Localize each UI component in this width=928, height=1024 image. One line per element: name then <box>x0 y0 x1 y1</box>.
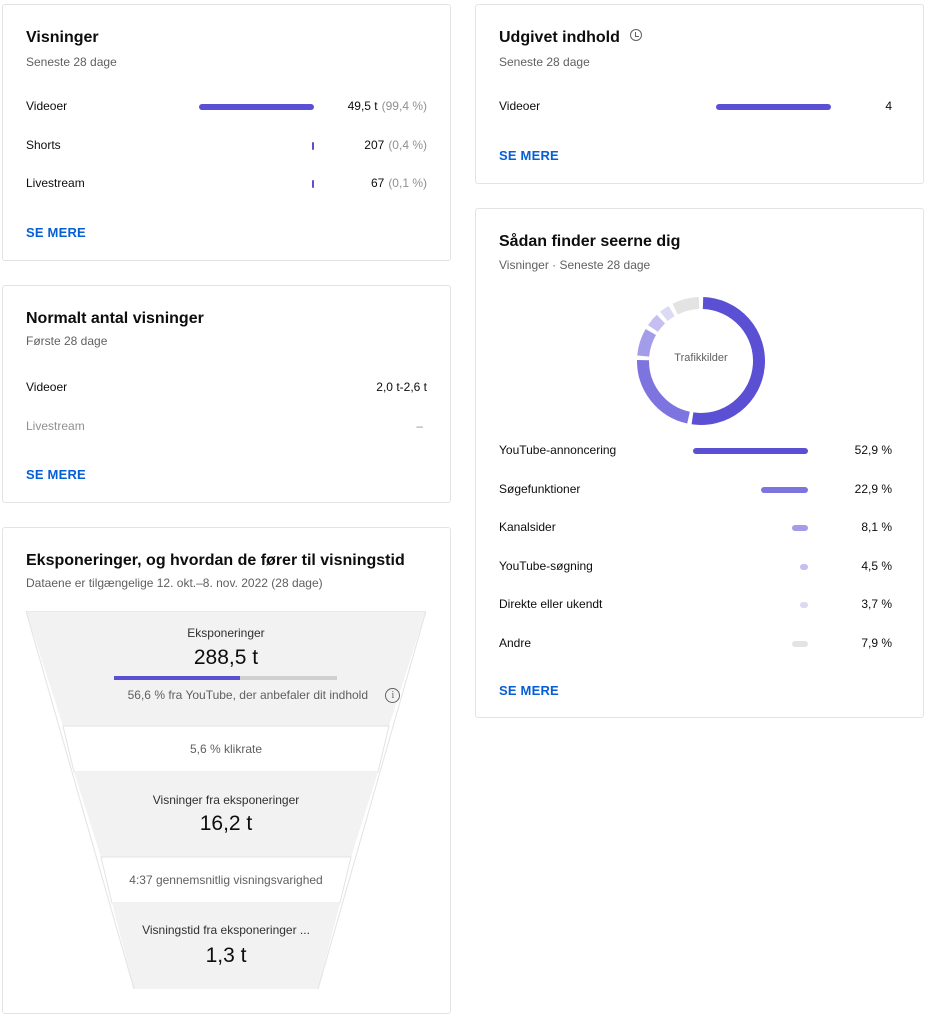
typical-views-card-title: Normalt antal visninger <box>26 310 204 327</box>
views-row-shorts: Shorts 207 (0,4 %) <box>26 136 427 156</box>
views-from-impressions-value: 16,2 t <box>199 812 253 835</box>
published-card-title: Udgivet indhold <box>499 29 642 47</box>
published-row-label: Videoer <box>499 99 541 113</box>
traffic-source-value: 22,9 % <box>854 481 892 496</box>
traffic-source-row: Søgefunktioner 22,9 % <box>499 480 900 500</box>
traffic-source-value: 7,9 % <box>861 635 892 650</box>
traffic-see-more-link[interactable]: SE MERE <box>499 683 559 698</box>
traffic-source-label: Direkte eller ukendt <box>499 597 603 611</box>
traffic-source-row: YouTube-søgning 4,5 % <box>499 557 900 577</box>
views-from-impressions-label: Visninger fra eksponeringer <box>152 793 300 807</box>
traffic-source-value: 8,1 % <box>861 520 892 534</box>
donut-center-label: Trafikkilder <box>674 352 728 364</box>
impressions-value: 288,5 t <box>193 646 259 669</box>
traffic-source-value: 3,7 % <box>861 597 892 611</box>
views-row-label: Livestream <box>26 176 85 190</box>
views-card-title: Visninger <box>26 29 99 46</box>
traffic-source-row: Direkte eller ukendt 3,7 % <box>499 595 900 615</box>
views-row-label: Shorts <box>26 138 61 152</box>
recommended-share-track <box>114 676 337 680</box>
traffic-card-subtitle: Visninger · Seneste 28 dage <box>499 258 651 272</box>
donut-slice <box>637 359 691 424</box>
typical-row-videos: Videoer 2,0 t-2,6 t <box>26 378 427 398</box>
traffic-source-row: YouTube-annoncering 52,9 % <box>499 441 900 461</box>
typical-views-card: Normalt antal visninger Første 28 dage V… <box>2 285 451 503</box>
watch-time-label: Visningstid fra eksponeringer ... <box>142 923 310 937</box>
views-card: Visninger Seneste 28 dage Videoer 49,5 t… <box>2 4 451 261</box>
impressions-card-title: Eksponeringer, og hvordan de fører til v… <box>26 552 405 569</box>
views-see-more-link[interactable]: SE MERE <box>26 225 86 240</box>
typical-row-livestream: Livestream – <box>26 417 427 437</box>
views-row-value: 49,5 t (99,4 %) <box>347 99 427 113</box>
typical-row-value: – <box>416 419 423 433</box>
traffic-source-label: Andre <box>499 635 532 650</box>
traffic-source-bar <box>792 525 808 531</box>
traffic-source-bar <box>760 486 808 493</box>
impressions-label: Eksponeringer <box>187 626 265 640</box>
traffic-source-row: Andre 7,9 % <box>499 634 900 654</box>
typical-views-card-subtitle: Første 28 dage <box>26 334 108 348</box>
watch-time-value: 1,3 t <box>205 944 247 967</box>
traffic-card-title: Sådan finder seerne dig <box>499 233 681 250</box>
traffic-sources-card: Sådan finder seerne dig Visninger · Sene… <box>475 208 924 718</box>
typical-row-value: 2,0 t-2,6 t <box>376 380 427 394</box>
typical-row-label: Videoer <box>26 380 68 394</box>
donut-slice <box>660 305 675 322</box>
views-card-subtitle: Seneste 28 dage <box>26 55 117 69</box>
typical-row-label: Livestream <box>26 419 85 433</box>
views-row-bar <box>312 180 314 188</box>
avg-duration-text: 4:37 gennemsnitlig visningsvarighed <box>129 873 323 887</box>
traffic-source-bar <box>800 563 808 570</box>
traffic-source-value: 52,9 % <box>854 443 892 457</box>
views-row-bar <box>312 142 314 150</box>
views-row-livestream: Livestream 67 (0,1 %) <box>26 174 427 194</box>
traffic-source-bar <box>792 640 808 647</box>
traffic-source-bar <box>800 602 808 608</box>
ctr-text: 5,6 % klikrate <box>189 742 263 756</box>
published-row-bar <box>716 104 831 110</box>
traffic-source-value: 4,5 % <box>861 558 892 573</box>
traffic-source-label: YouTube-annoncering <box>499 443 617 457</box>
traffic-source-label: Kanalsider <box>499 520 556 534</box>
impressions-funnel: Eksponeringer 288,5 t 56,6 % fra YouTube… <box>26 611 426 989</box>
donut-slice <box>647 314 666 333</box>
views-row-videos: Videoer 49,5 t (99,4 %) <box>26 97 427 117</box>
recommended-share-text: 56,6 % fra YouTube, der anbefaler dit in… <box>127 688 369 702</box>
published-row-videos: Videoer 4 <box>499 97 900 117</box>
donut-slice <box>672 297 700 315</box>
info-icon[interactable]: i <box>385 688 401 704</box>
published-card-subtitle: Seneste 28 dage <box>499 55 590 69</box>
clock-icon[interactable] <box>629 29 642 41</box>
views-row-value: 67 (0,1 %) <box>370 176 427 190</box>
views-row-label: Videoer <box>26 99 68 113</box>
views-row-value: 207 (0,4 %) <box>364 138 427 152</box>
traffic-source-bar <box>693 448 808 454</box>
traffic-source-label: Søgefunktioner <box>499 481 581 496</box>
impressions-card-subtitle: Dataene er tilgængelige 12. okt.–8. nov.… <box>26 576 323 590</box>
views-row-bar <box>199 104 314 110</box>
published-card: Udgivet indhold Seneste 28 dage Videoer … <box>475 4 924 184</box>
typical-see-more-link[interactable]: SE MERE <box>26 467 86 482</box>
traffic-source-row: Kanalsider 8,1 % <box>499 518 900 538</box>
recommended-share-row: 56,6 % fra YouTube, der anbefaler dit in… <box>64 688 464 704</box>
published-row-value: 4 <box>885 99 892 113</box>
traffic-source-label: YouTube-søgning <box>499 558 593 573</box>
recommended-share-fill <box>114 676 241 680</box>
published-see-more-link[interactable]: SE MERE <box>499 148 559 163</box>
